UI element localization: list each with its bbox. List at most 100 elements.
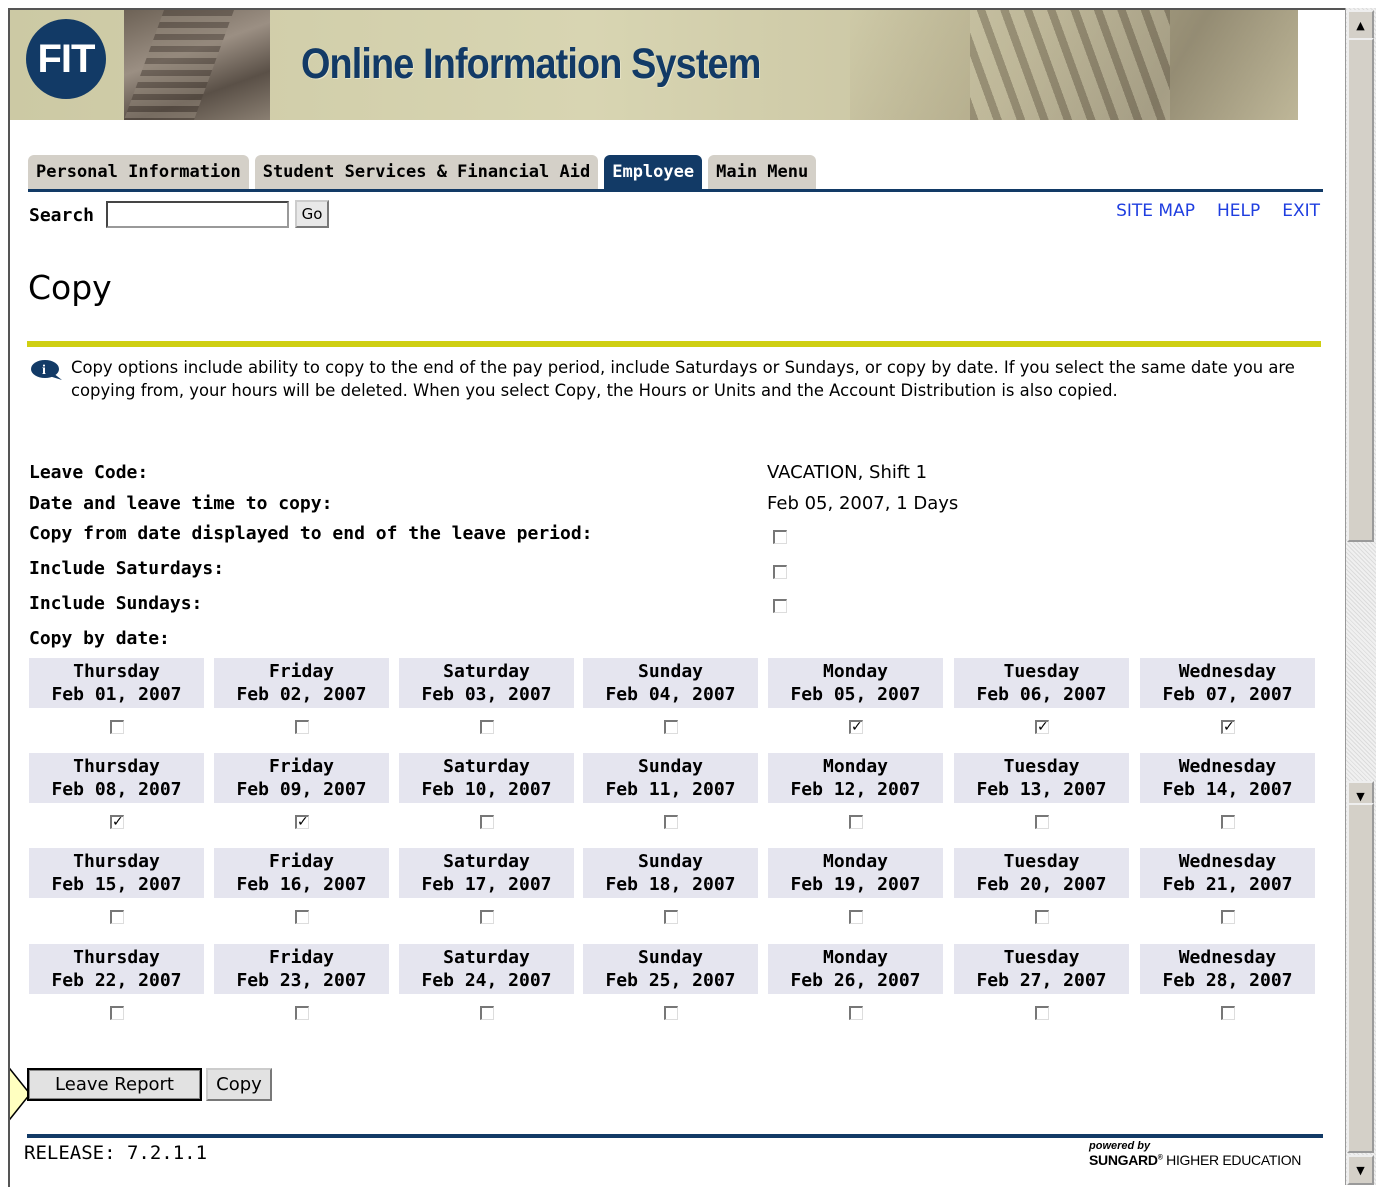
date-label: Feb 17, 2007 [421, 874, 552, 895]
date-checkbox[interactable]: ✓ [1035, 720, 1049, 734]
date-checkbox[interactable] [664, 720, 678, 734]
date-checkbox[interactable]: ✓ [295, 815, 309, 829]
weekday-label: Thursday [73, 851, 160, 872]
tab-main-menu[interactable]: Main Menu [708, 155, 817, 189]
date-cell: Friday Feb 23, 2007 [214, 944, 389, 994]
weekday-label: Saturday [443, 756, 530, 777]
weekday-label: Sunday [637, 661, 704, 682]
weekday-label: Saturday [443, 947, 530, 968]
date-checkbox[interactable] [1221, 910, 1235, 924]
date-label: Feb 15, 2007 [51, 874, 182, 895]
weekday-label: Wednesday [1178, 947, 1277, 968]
date-label: Feb 27, 2007 [976, 970, 1107, 991]
date-label: Feb 11, 2007 [605, 779, 736, 800]
date-label: Feb 26, 2007 [790, 970, 921, 991]
date-checkbox[interactable] [849, 1006, 863, 1020]
date-checkbox[interactable] [1221, 1006, 1235, 1020]
copy-button[interactable]: Copy [206, 1068, 272, 1101]
include-saturdays-label: Include Saturdays: [29, 558, 225, 579]
date-checkbox[interactable] [110, 1006, 124, 1020]
date-cell: Friday Feb 16, 2007 [214, 848, 389, 898]
weekday-label: Friday [268, 756, 335, 777]
date-cell: Friday Feb 02, 2007 [214, 658, 389, 708]
date-checkbox[interactable] [664, 910, 678, 924]
site-title: Online Information System [301, 40, 761, 88]
date-cell: Monday Feb 05, 2007 [768, 658, 943, 708]
building-photo [124, 10, 270, 120]
date-checkbox[interactable] [1221, 815, 1235, 829]
date-cell: Monday Feb 19, 2007 [768, 848, 943, 898]
date-checkbox[interactable] [1035, 910, 1049, 924]
scroll-bottom-button[interactable]: ▼ [1347, 1155, 1374, 1185]
date-cell: Thursday Feb 22, 2007 [29, 944, 204, 994]
date-label: Feb 20, 2007 [976, 874, 1107, 895]
date-label: Feb 21, 2007 [1162, 874, 1293, 895]
search-input[interactable] [106, 201, 289, 228]
date-checkbox[interactable] [664, 815, 678, 829]
date-checkbox[interactable] [295, 910, 309, 924]
weekday-label: Friday [268, 851, 335, 872]
weekday-label: Friday [268, 661, 335, 682]
date-checkbox[interactable] [664, 1006, 678, 1020]
date-checkbox[interactable] [1035, 1006, 1049, 1020]
weekday-label: Tuesday [1003, 851, 1080, 872]
date-checkbox[interactable]: ✓ [849, 720, 863, 734]
date-checkbox[interactable] [295, 720, 309, 734]
leave-report-button[interactable]: Leave Report [27, 1068, 202, 1101]
date-label: Feb 03, 2007 [421, 684, 552, 705]
site-map-link[interactable]: SITE MAP [1116, 201, 1195, 221]
date-cell: Thursday Feb 01, 2007 [29, 658, 204, 708]
date-checkbox[interactable] [480, 910, 494, 924]
weekday-label: Saturday [443, 661, 530, 682]
date-cell: Tuesday Feb 13, 2007 [954, 753, 1129, 803]
vertical-scrollbar[interactable]: ▲ ▼ ▼ [1345, 8, 1376, 1185]
date-cell: Wednesday Feb 14, 2007 [1140, 753, 1315, 803]
date-cell: Monday Feb 12, 2007 [768, 753, 943, 803]
date-cell: Monday Feb 26, 2007 [768, 944, 943, 994]
copy-to-end-checkbox[interactable] [773, 530, 787, 544]
date-checkbox[interactable] [480, 815, 494, 829]
date-checkbox[interactable] [849, 910, 863, 924]
building-photo-right [850, 10, 1298, 120]
search-go-button[interactable]: Go [295, 200, 329, 228]
weekday-label: Monday [822, 661, 889, 682]
tab-student-services[interactable]: Student Services & Financial Aid [254, 155, 599, 189]
date-label: Feb 07, 2007 [1162, 684, 1293, 705]
search-label: Search [29, 205, 95, 226]
date-checkbox[interactable] [480, 720, 494, 734]
scroll-thumb[interactable] [1347, 38, 1374, 542]
date-label: Feb 10, 2007 [421, 779, 552, 800]
date-checkbox[interactable] [480, 1006, 494, 1020]
include-sundays-checkbox[interactable] [773, 599, 787, 613]
weekday-label: Thursday [73, 947, 160, 968]
weekday-label: Thursday [73, 661, 160, 682]
include-saturdays-checkbox[interactable] [773, 565, 787, 579]
date-label: Feb 05, 2007 [790, 684, 921, 705]
date-checkbox[interactable] [110, 720, 124, 734]
date-checkbox[interactable] [849, 815, 863, 829]
date-checkbox[interactable] [295, 1006, 309, 1020]
date-label: Feb 12, 2007 [790, 779, 921, 800]
date-cell: Tuesday Feb 20, 2007 [954, 848, 1129, 898]
help-link[interactable]: HELP [1217, 201, 1260, 221]
date-label: Feb 19, 2007 [790, 874, 921, 895]
date-checkbox[interactable]: ✓ [1221, 720, 1235, 734]
leave-code-label: Leave Code: [29, 462, 149, 483]
date-label: Feb 28, 2007 [1162, 970, 1293, 991]
weekday-label: Tuesday [1003, 947, 1080, 968]
scroll-up-button[interactable]: ▲ [1347, 10, 1374, 40]
date-checkbox[interactable] [110, 910, 124, 924]
date-to-copy-label: Date and leave time to copy: [29, 493, 333, 514]
tab-personal-information[interactable]: Personal Information [28, 155, 249, 189]
date-checkbox[interactable]: ✓ [110, 815, 124, 829]
date-checkbox[interactable] [1035, 815, 1049, 829]
date-cell: Sunday Feb 11, 2007 [583, 753, 758, 803]
weekday-label: Monday [822, 756, 889, 777]
browser-page: FIT Online Information System Personal I… [8, 8, 1345, 1187]
exit-link[interactable]: EXIT [1282, 201, 1320, 221]
tab-employee[interactable]: Employee [604, 155, 703, 189]
date-label: Feb 24, 2007 [421, 970, 552, 991]
svg-text:i: i [42, 363, 46, 378]
weekday-label: Tuesday [1003, 756, 1080, 777]
date-label: Feb 22, 2007 [51, 970, 182, 991]
